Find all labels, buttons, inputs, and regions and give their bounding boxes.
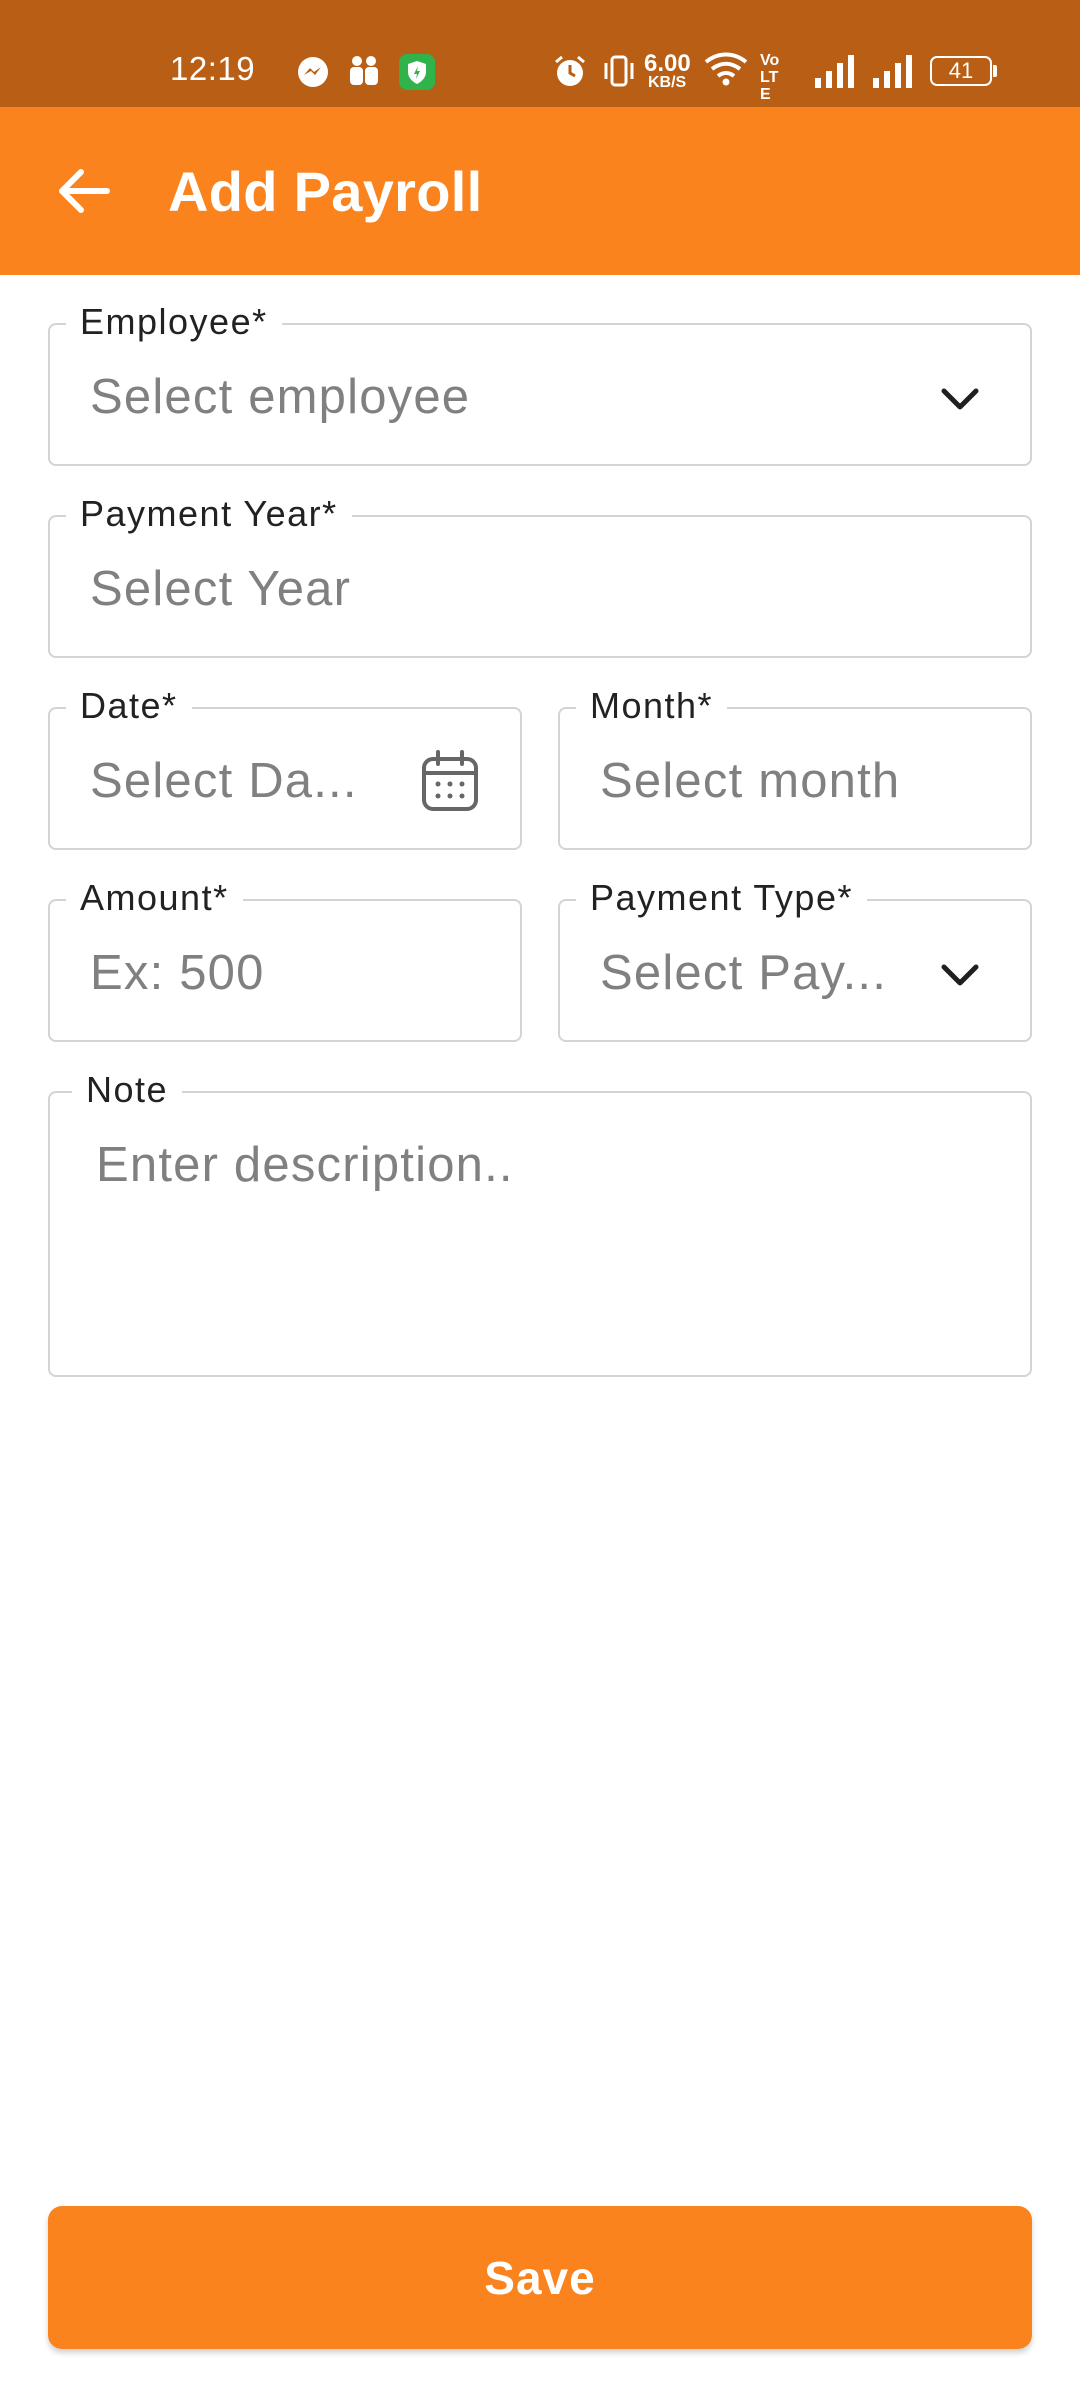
payment-type-label: Payment Type*: [576, 875, 867, 921]
status-bar: 12:19 6.00 KB/S Vo LTE 41: [0, 0, 1080, 107]
payment-type-placeholder: Select Pay...: [600, 946, 888, 1000]
battery-level: 41: [948, 58, 974, 83]
month-field[interactable]: Month* Select month: [558, 683, 1032, 850]
employee-label: Employee*: [66, 299, 282, 345]
alarm-icon: [555, 55, 585, 86]
back-button[interactable]: [48, 155, 120, 227]
month-placeholder: Select month: [600, 754, 901, 808]
net-speed-unit: KB/S: [648, 74, 687, 91]
arrow-left-icon: [59, 169, 110, 213]
screen: 12:19 6.00 KB/S Vo LTE 41 Add Payroll Em…: [0, 0, 1080, 2400]
payment-year-field[interactable]: Payment Year* Select Year: [48, 491, 1032, 658]
payment-year-placeholder: Select Year: [90, 562, 352, 616]
note-textarea[interactable]: Note Enter description..: [48, 1067, 1032, 1377]
save-button-label: Save: [484, 2251, 596, 2304]
amount-label: Amount*: [66, 875, 243, 921]
amount-field[interactable]: Amount* Ex: 500: [48, 875, 522, 1042]
amount-placeholder: Ex: 500: [90, 946, 265, 1000]
month-label: Month*: [576, 683, 728, 729]
shield-app-icon: [399, 54, 435, 90]
employee-dropdown[interactable]: Employee* Select employee: [48, 299, 1032, 466]
payment-type-dropdown[interactable]: Payment Type* Select Pay...: [558, 875, 1032, 1042]
messenger-icon: [298, 57, 328, 87]
battery-terminal: [993, 65, 997, 77]
teams-icon: [350, 56, 378, 85]
note-label: Note: [72, 1067, 183, 1113]
vibrate-icon: [604, 55, 634, 87]
date-label: Date*: [66, 683, 192, 729]
payment-year-label: Payment Year*: [66, 491, 352, 537]
volte-indicator: Vo LTE: [760, 52, 780, 103]
save-button[interactable]: Save: [48, 2206, 1032, 2349]
employee-placeholder: Select employee: [90, 370, 471, 424]
signal-strength-icon-2: [873, 55, 912, 88]
page-title: Add Payroll: [168, 160, 483, 223]
app-bar: Add Payroll: [0, 107, 1080, 275]
date-placeholder: Select Da...: [90, 754, 358, 808]
signal-strength-icon: [815, 55, 854, 88]
date-field[interactable]: Date* Select Da...: [48, 683, 522, 850]
wifi-icon: [704, 52, 748, 86]
note-placeholder: Enter description..: [96, 1138, 514, 1192]
chevron-down-icon: [941, 964, 979, 986]
status-time: 12:19: [170, 50, 256, 87]
calendar-icon[interactable]: [420, 749, 480, 813]
chevron-down-icon: [941, 388, 979, 410]
